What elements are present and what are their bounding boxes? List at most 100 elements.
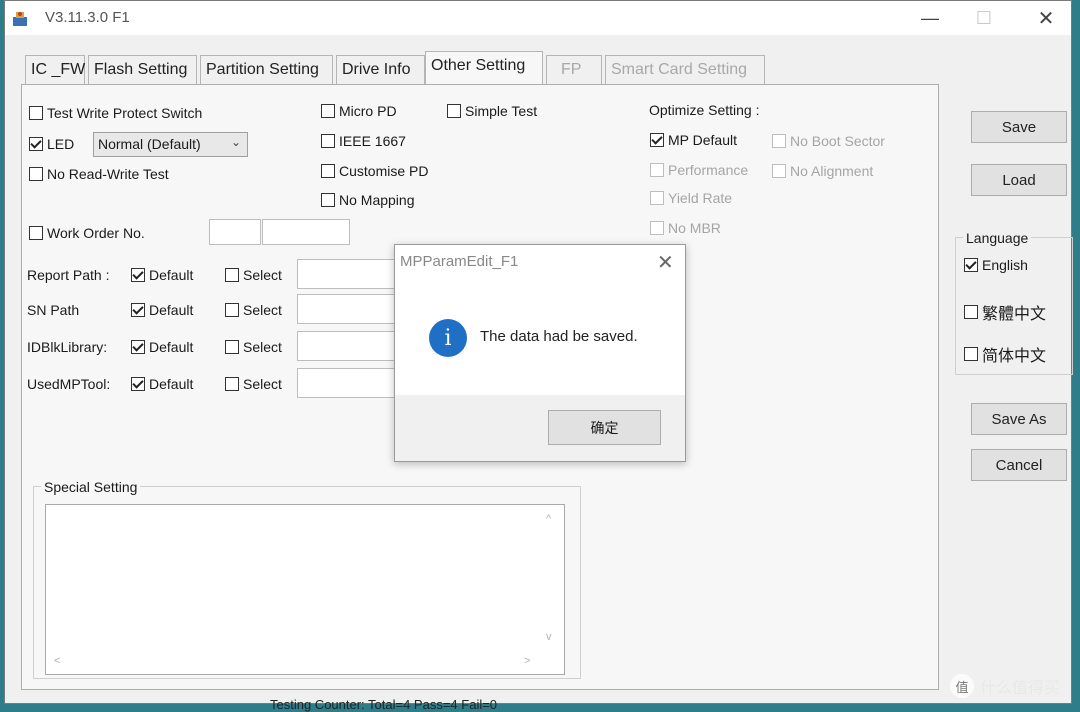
checkbox-label: Simple Test	[465, 103, 538, 119]
scroll-down-icon[interactable]: v	[546, 631, 552, 643]
checkbox-label: Customise PD	[339, 163, 429, 179]
watermark-logo-icon: 值	[950, 674, 974, 698]
checkbox-box	[964, 258, 978, 272]
checkbox-box	[772, 134, 786, 148]
customise-pd-checkbox[interactable]: Customise PD	[321, 163, 428, 179]
no-mapping-checkbox[interactable]: No Mapping	[321, 192, 415, 208]
checkbox-box	[29, 106, 43, 120]
traditional-chinese-checkbox[interactable]: 繁體中文	[964, 300, 1046, 324]
no-alignment-checkbox: No Alignment	[772, 163, 873, 179]
scroll-left-icon[interactable]: <	[54, 655, 60, 667]
checkbox-label: Micro PD	[339, 103, 397, 119]
no-mbr-checkbox: No MBR	[650, 220, 721, 236]
checkbox-label: 繁體中文	[982, 306, 1047, 323]
dialog-close-icon[interactable]: ✕	[657, 250, 674, 275]
work-order-input-2[interactable]	[262, 219, 350, 245]
checkbox-box	[447, 104, 461, 118]
checkbox-label: Select	[243, 267, 282, 283]
ieee-1667-checkbox[interactable]: IEEE 1667	[321, 133, 406, 149]
tab-ic-fw[interactable]: IC _FW	[25, 55, 85, 85]
checkbox-box	[321, 134, 335, 148]
maximize-button[interactable]: ☐	[961, 1, 1007, 35]
tab-drive-info[interactable]: Drive Info	[336, 55, 425, 85]
checkbox-box	[321, 104, 335, 118]
mp-default-checkbox[interactable]: MP Default	[650, 132, 737, 148]
checkbox-box	[964, 347, 978, 361]
checkbox-label: 简体中文	[982, 348, 1047, 365]
minimize-button[interactable]: —	[907, 1, 953, 35]
report-path-select-checkbox[interactable]: Select	[225, 267, 282, 283]
load-button[interactable]: Load	[971, 164, 1067, 196]
checkbox-box	[321, 164, 335, 178]
simple-test-checkbox[interactable]: Simple Test	[447, 103, 537, 119]
checkbox-label: Performance	[668, 162, 749, 178]
sn-path-input[interactable]	[297, 294, 407, 324]
idblklibrary-input[interactable]	[297, 331, 407, 361]
work-order-input-1[interactable]	[209, 219, 261, 245]
checkbox-box	[650, 163, 664, 177]
micro-pd-checkbox[interactable]: Micro PD	[321, 103, 397, 119]
checkbox-box	[131, 268, 145, 282]
report-path-input[interactable]	[297, 259, 407, 289]
led-checkbox[interactable]: LED	[29, 136, 74, 152]
checkbox-label: English	[982, 257, 1028, 273]
checkbox-label: Default	[149, 376, 194, 392]
checkbox-box	[650, 133, 664, 147]
checkbox-box	[321, 193, 335, 207]
test-write-protect-checkbox[interactable]: Test Write Protect Switch	[29, 105, 202, 121]
checkbox-box	[29, 137, 43, 151]
checkbox-label: Select	[243, 302, 282, 318]
report-path-default-checkbox[interactable]: Default	[131, 267, 193, 283]
led-mode-value: Normal (Default)	[98, 136, 201, 152]
usedmptool-default-checkbox[interactable]: Default	[131, 376, 193, 392]
sn-path-label: SN Path	[27, 302, 80, 318]
tab-other-setting[interactable]: Other Setting	[425, 51, 543, 85]
special-setting-textarea[interactable]: ^ v < >	[45, 504, 565, 675]
scroll-right-icon[interactable]: >	[524, 655, 530, 667]
tab-fp: FP	[546, 55, 602, 85]
watermark: 值 什么值得买	[950, 674, 1060, 698]
checkbox-box	[225, 377, 239, 391]
checkbox-label: Select	[243, 339, 282, 355]
checkbox-box	[225, 340, 239, 354]
sn-path-default-checkbox[interactable]: Default	[131, 302, 193, 318]
checkbox-label: No MBR	[668, 220, 721, 236]
cancel-button[interactable]: Cancel	[971, 449, 1067, 481]
checkbox-label: Default	[149, 339, 194, 355]
sn-path-select-checkbox[interactable]: Select	[225, 302, 282, 318]
checkbox-label: MP Default	[668, 132, 737, 148]
checkbox-box	[650, 191, 664, 205]
checkbox-label: Default	[149, 302, 194, 318]
close-button[interactable]: ✕	[1023, 1, 1069, 35]
dialog-message: The data had be saved.	[480, 328, 638, 345]
scroll-up-icon[interactable]: ^	[546, 513, 551, 525]
checkbox-box	[650, 221, 664, 235]
checkbox-box	[131, 340, 145, 354]
simplified-chinese-checkbox[interactable]: 简体中文	[964, 342, 1046, 366]
title-bar: V3.11.3.0 F1 — ☐ ✕	[5, 1, 1071, 35]
usedmptool-input[interactable]	[297, 368, 407, 398]
led-mode-select[interactable]: Normal (Default) ⌄	[93, 132, 248, 157]
idblklibrary-default-checkbox[interactable]: Default	[131, 339, 193, 355]
info-icon: i	[429, 319, 467, 357]
optimize-setting-label: Optimize Setting :	[649, 102, 760, 118]
tab-flash-setting[interactable]: Flash Setting	[88, 55, 197, 85]
checkbox-label: No Read-Write Test	[47, 166, 169, 182]
special-setting-label: Special Setting	[41, 479, 141, 495]
checkbox-label: No Alignment	[790, 163, 874, 179]
checkbox-label: Default	[149, 267, 194, 283]
usedmptool-select-checkbox[interactable]: Select	[225, 376, 282, 392]
save-as-button[interactable]: Save As	[971, 403, 1067, 435]
tab-partition-setting[interactable]: Partition Setting	[200, 55, 333, 85]
save-button[interactable]: Save	[971, 111, 1067, 143]
english-checkbox[interactable]: English	[964, 257, 1028, 273]
performance-checkbox: Performance	[650, 162, 748, 178]
checkbox-label: IEEE 1667	[339, 133, 406, 149]
checkbox-box	[131, 303, 145, 317]
work-order-checkbox[interactable]: Work Order No.	[29, 225, 145, 241]
ok-button[interactable]: 确定	[548, 410, 661, 445]
idblklibrary-select-checkbox[interactable]: Select	[225, 339, 282, 355]
dialog-title: MPParamEdit_F1	[400, 253, 519, 270]
checkbox-label: Test Write Protect Switch	[47, 105, 203, 121]
no-read-write-test-checkbox[interactable]: No Read-Write Test	[29, 166, 169, 182]
